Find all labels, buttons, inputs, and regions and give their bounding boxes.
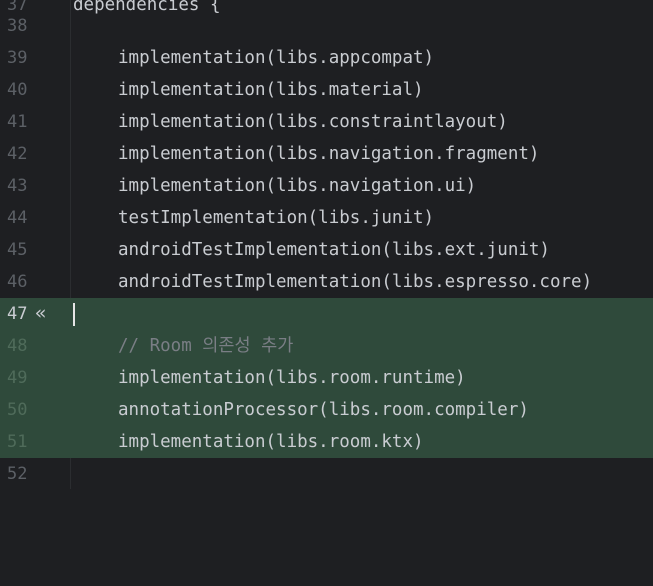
line-number: 52 — [7, 464, 28, 484]
line-number: 45 — [7, 240, 28, 260]
line-number: 39 — [7, 48, 28, 68]
code-line-43[interactable]: 43 implementation(libs.navigation.ui) — [0, 170, 653, 202]
code-text: annotationProcessor(libs.room.compiler) — [118, 400, 529, 420]
line-number: 42 — [7, 144, 28, 164]
code-line-40[interactable]: 40 implementation(libs.material) — [0, 74, 653, 106]
code-line-49[interactable]: 49 implementation(libs.room.runtime) — [0, 362, 653, 394]
code-editor[interactable]: 37 dependencies { 38 39 implementation(l… — [0, 0, 653, 489]
code-line-42[interactable]: 42 implementation(libs.navigation.fragme… — [0, 138, 653, 170]
code-text: testImplementation(libs.junit) — [118, 208, 435, 228]
line-number: 50 — [7, 400, 28, 420]
line-number: 48 — [7, 336, 28, 356]
code-line-44[interactable]: 44 testImplementation(libs.junit) — [0, 202, 653, 234]
line-number: 40 — [7, 80, 28, 100]
line-number: 44 — [7, 208, 28, 228]
code-line-46[interactable]: 46 androidTestImplementation(libs.espres… — [0, 266, 653, 298]
code-text: androidTestImplementation(libs.ext.junit… — [118, 240, 550, 260]
line-number: 46 — [7, 272, 28, 292]
code-text: implementation(libs.room.ktx) — [118, 432, 424, 452]
code-line-39[interactable]: 39 implementation(libs.appcompat) — [0, 42, 653, 74]
code-text: implementation(libs.appcompat) — [118, 48, 435, 68]
code-line-38[interactable]: 38 — [0, 10, 653, 42]
line-number: 49 — [7, 368, 28, 388]
code-text: androidTestImplementation(libs.espresso.… — [118, 272, 593, 292]
code-line-48[interactable]: 48 // Room 의존성 추가 — [0, 330, 653, 362]
line-number: 51 — [7, 432, 28, 452]
code-line-45[interactable]: 45 androidTestImplementation(libs.ext.ju… — [0, 234, 653, 266]
code-text: implementation(libs.navigation.fragment) — [118, 144, 540, 164]
code-text: implementation(libs.material) — [118, 80, 424, 100]
comment-text: // Room 의존성 추가 — [118, 336, 294, 356]
code-text: implementation(libs.constraintlayout) — [118, 112, 508, 132]
code-line-52[interactable]: 52 — [0, 458, 653, 490]
code-line-41[interactable]: 41 implementation(libs.constraintlayout) — [0, 106, 653, 138]
code-line-47[interactable]: 47 « — [0, 298, 653, 330]
line-number: 47 — [7, 304, 28, 324]
code-line-51[interactable]: 51 implementation(libs.room.ktx) — [0, 426, 653, 458]
line-number: 43 — [7, 176, 28, 196]
code-line-50[interactable]: 50 annotationProcessor(libs.room.compile… — [0, 394, 653, 426]
line-number: 38 — [7, 16, 28, 36]
chevrons-left-icon[interactable]: « — [35, 298, 46, 328]
text-caret — [73, 303, 75, 326]
code-text: implementation(libs.room.runtime) — [118, 368, 466, 388]
code-text: implementation(libs.navigation.ui) — [118, 176, 477, 196]
line-number: 41 — [7, 112, 28, 132]
